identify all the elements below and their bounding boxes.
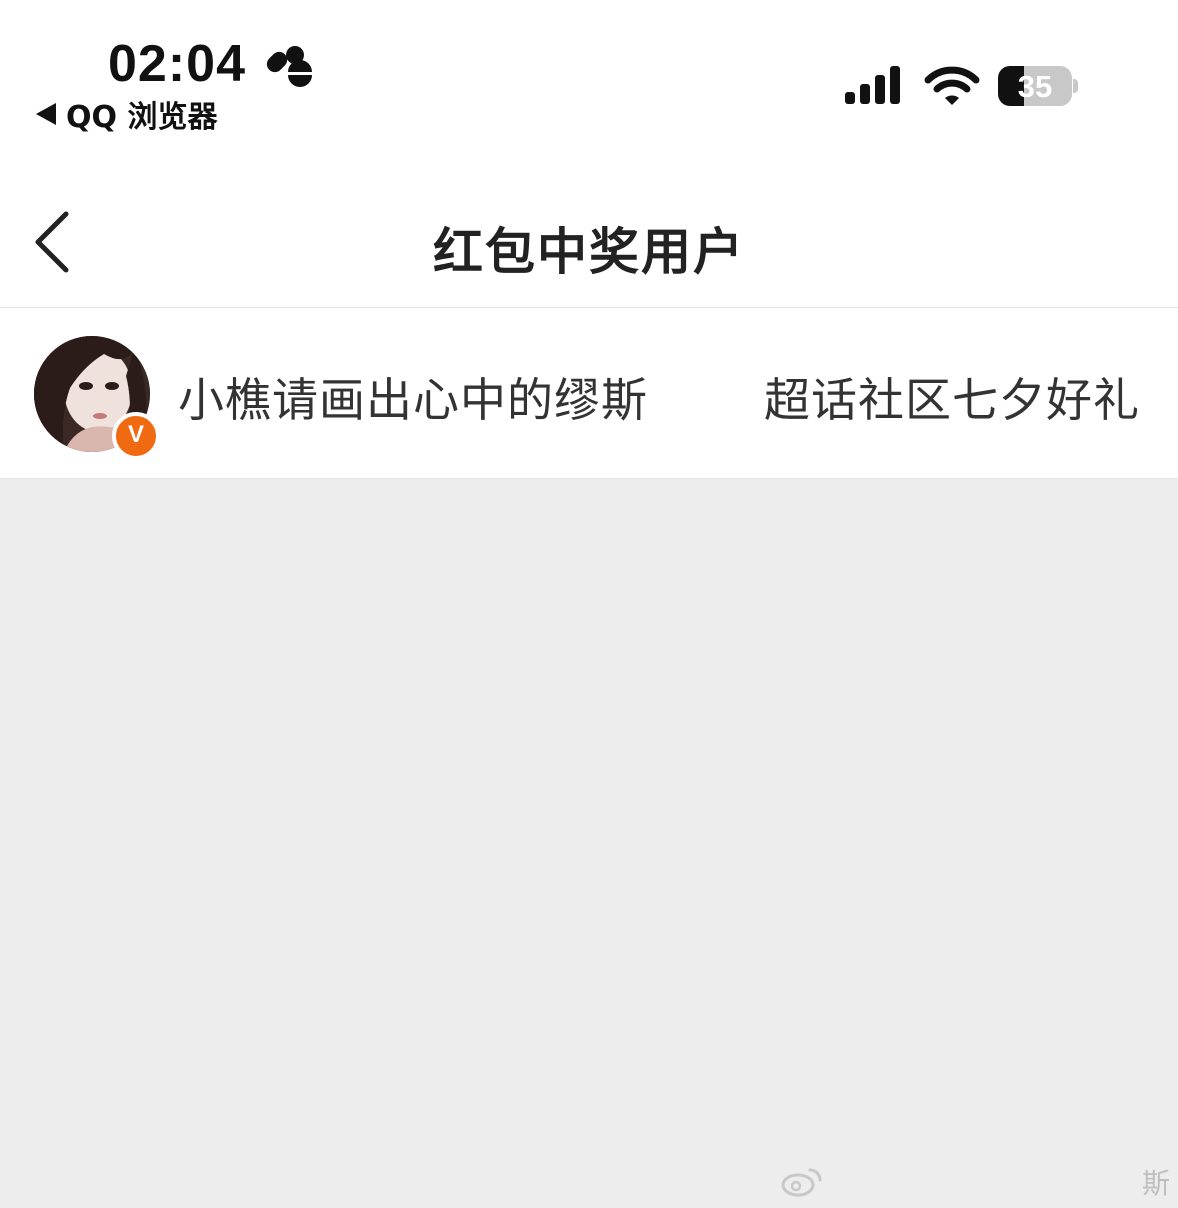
watermark-text: 斯 (1141, 1167, 1170, 1196)
back-to-app-link[interactable]: QQ 浏览器 (36, 92, 217, 136)
weibo-logo-icon (781, 1168, 822, 1197)
wifi-icon (924, 66, 980, 105)
watermark: 斯 (780, 1160, 1170, 1200)
list-item[interactable]: V 小樵请画出心中的缪斯 超话社区七夕好礼 (0, 308, 1178, 479)
battery-icon: 35 (998, 66, 1078, 108)
avatar[interactable]: V (34, 336, 160, 460)
navigation-bar: 红包中奖用户 (0, 150, 1178, 308)
signal-icon (845, 66, 900, 104)
back-app-label: QQ 浏览器 (66, 100, 218, 135)
winner-username[interactable]: 小樵请画出心中的缪斯 (178, 364, 648, 430)
status-time: 02:04 (108, 35, 246, 93)
page-title: 红包中奖用户 (433, 223, 745, 281)
winner-prize: 超话社区七夕好礼 (764, 373, 1140, 427)
verified-badge: V (112, 412, 160, 460)
status-bar: 02:04 QQ 浏览器 35 (0, 0, 1178, 150)
focus-mode-icon (266, 46, 312, 87)
back-triangle-icon (36, 103, 56, 125)
battery-level: 35 (1017, 69, 1053, 104)
